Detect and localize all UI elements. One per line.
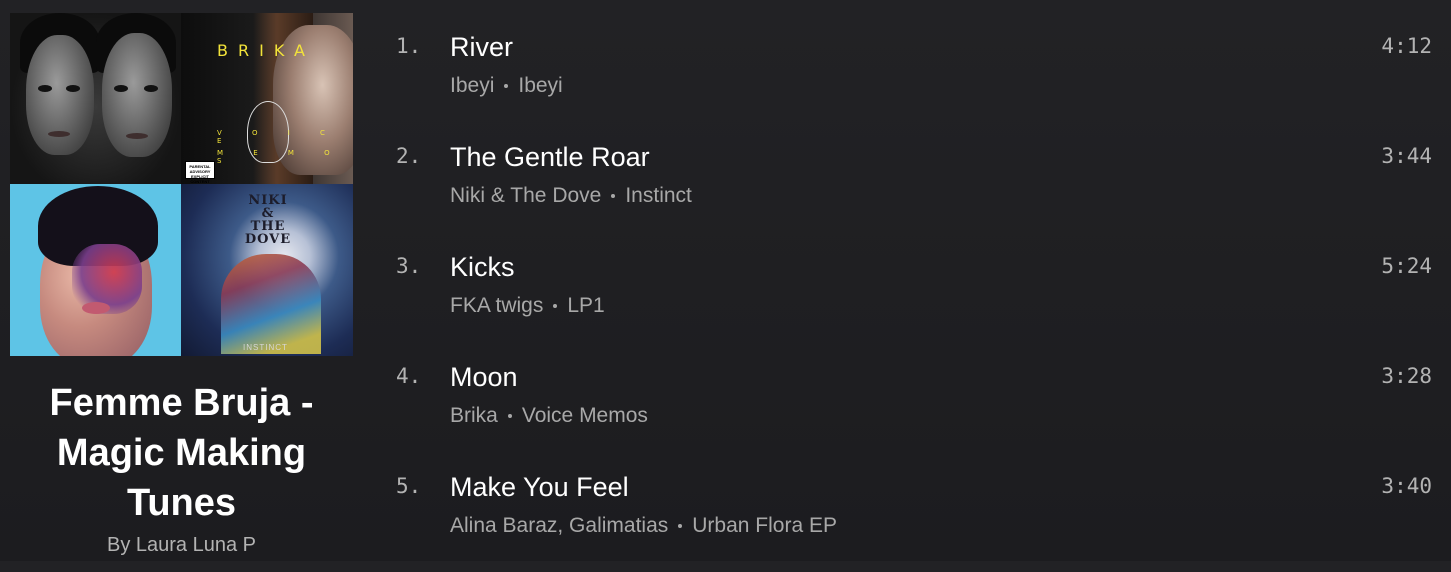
track-duration: 5:24: [1381, 254, 1432, 278]
track-album[interactable]: Instinct: [625, 184, 692, 207]
niki-dove-logo: NIKI & THE DOVE: [244, 193, 292, 247]
track-title[interactable]: Moon: [450, 362, 518, 393]
track-duration: 3:40: [1381, 474, 1432, 498]
track-subtitle: FKA twigs LP1: [450, 294, 605, 318]
track-number: 3.: [396, 254, 422, 278]
brika-cover-text: BRIKA: [217, 41, 315, 60]
track-duration: 3:28: [1381, 364, 1432, 388]
track-subtitle: Ibeyi Ibeyi: [450, 74, 563, 98]
track-artist[interactable]: Niki & The Dove: [450, 184, 601, 207]
track-duration: 3:44: [1381, 144, 1432, 168]
track-number: 4.: [396, 364, 422, 388]
track-album[interactable]: Ibeyi: [518, 74, 562, 97]
separator-dot: [678, 524, 683, 529]
track-artist[interactable]: Brika: [450, 404, 498, 427]
track-album[interactable]: Voice Memos: [522, 404, 648, 427]
track-title[interactable]: The Gentle Roar: [450, 142, 650, 173]
track-artist[interactable]: Alina Baraz, Galimatias: [450, 514, 668, 537]
brika-cover-line-1: V O I C E: [217, 129, 339, 145]
track-subtitle: Niki & The Dove Instinct: [450, 184, 692, 208]
playlist-title: Femme Bruja - Magic Making Tunes: [49, 382, 314, 524]
track-title[interactable]: Make You Feel: [450, 472, 629, 503]
track-number: 1.: [396, 34, 422, 58]
track-duration: 4:12: [1381, 34, 1432, 58]
track-row[interactable]: 2. The Gentle Roar Niki & The Dove Instin…: [380, 132, 1432, 242]
track-artist[interactable]: Ibeyi: [450, 74, 494, 97]
track-title[interactable]: Kicks: [450, 252, 515, 283]
fka-twigs-lp1-cover: [10, 184, 181, 356]
separator-dot: [553, 304, 558, 309]
playlist-owner[interactable]: By Laura Luna P: [10, 534, 353, 557]
playlist-header: BRIKA V O I C E M E M O S PARENTAL ADVIS…: [10, 13, 353, 557]
parental-advisory-badge: PARENTAL ADVISORY EXPLICIT CONTENT: [185, 161, 215, 184]
track-row[interactable]: 4. Moon Brika Voice Memos 3:28: [380, 352, 1432, 462]
track-row[interactable]: 5. Make You Feel Alina Baraz, Galimatias…: [380, 462, 1432, 572]
track-subtitle: Brika Voice Memos: [450, 404, 648, 428]
separator-dot: [504, 84, 509, 89]
ibeyi-cover: [10, 13, 181, 184]
separator-dot: [507, 414, 512, 419]
niki-and-the-dove-instinct-cover: NIKI & THE DOVE INSTINCT: [181, 184, 353, 356]
track-list: 1. River Ibeyi Ibeyi 4:12 2. The Gentle R…: [380, 22, 1432, 572]
brika-cover-line-2: M E M O S: [217, 149, 344, 165]
track-title[interactable]: River: [450, 32, 513, 63]
track-row[interactable]: 1. River Ibeyi Ibeyi 4:12: [380, 22, 1432, 132]
track-album[interactable]: Urban Flora EP: [692, 514, 837, 537]
track-number: 5.: [396, 474, 422, 498]
track-subtitle: Alina Baraz, Galimatias Urban Flora EP: [450, 514, 837, 538]
instinct-cover-text: INSTINCT: [243, 343, 288, 352]
playlist-cover-mosaic[interactable]: BRIKA V O I C E M E M O S PARENTAL ADVIS…: [10, 13, 353, 356]
track-artist[interactable]: FKA twigs: [450, 294, 543, 317]
brika-voice-memos-cover: BRIKA V O I C E M E M O S PARENTAL ADVIS…: [181, 13, 353, 184]
track-row[interactable]: 3. Kicks FKA twigs LP1 5:24: [380, 242, 1432, 352]
track-number: 2.: [396, 144, 422, 168]
separator-dot: [611, 194, 616, 199]
track-album[interactable]: LP1: [567, 294, 604, 317]
